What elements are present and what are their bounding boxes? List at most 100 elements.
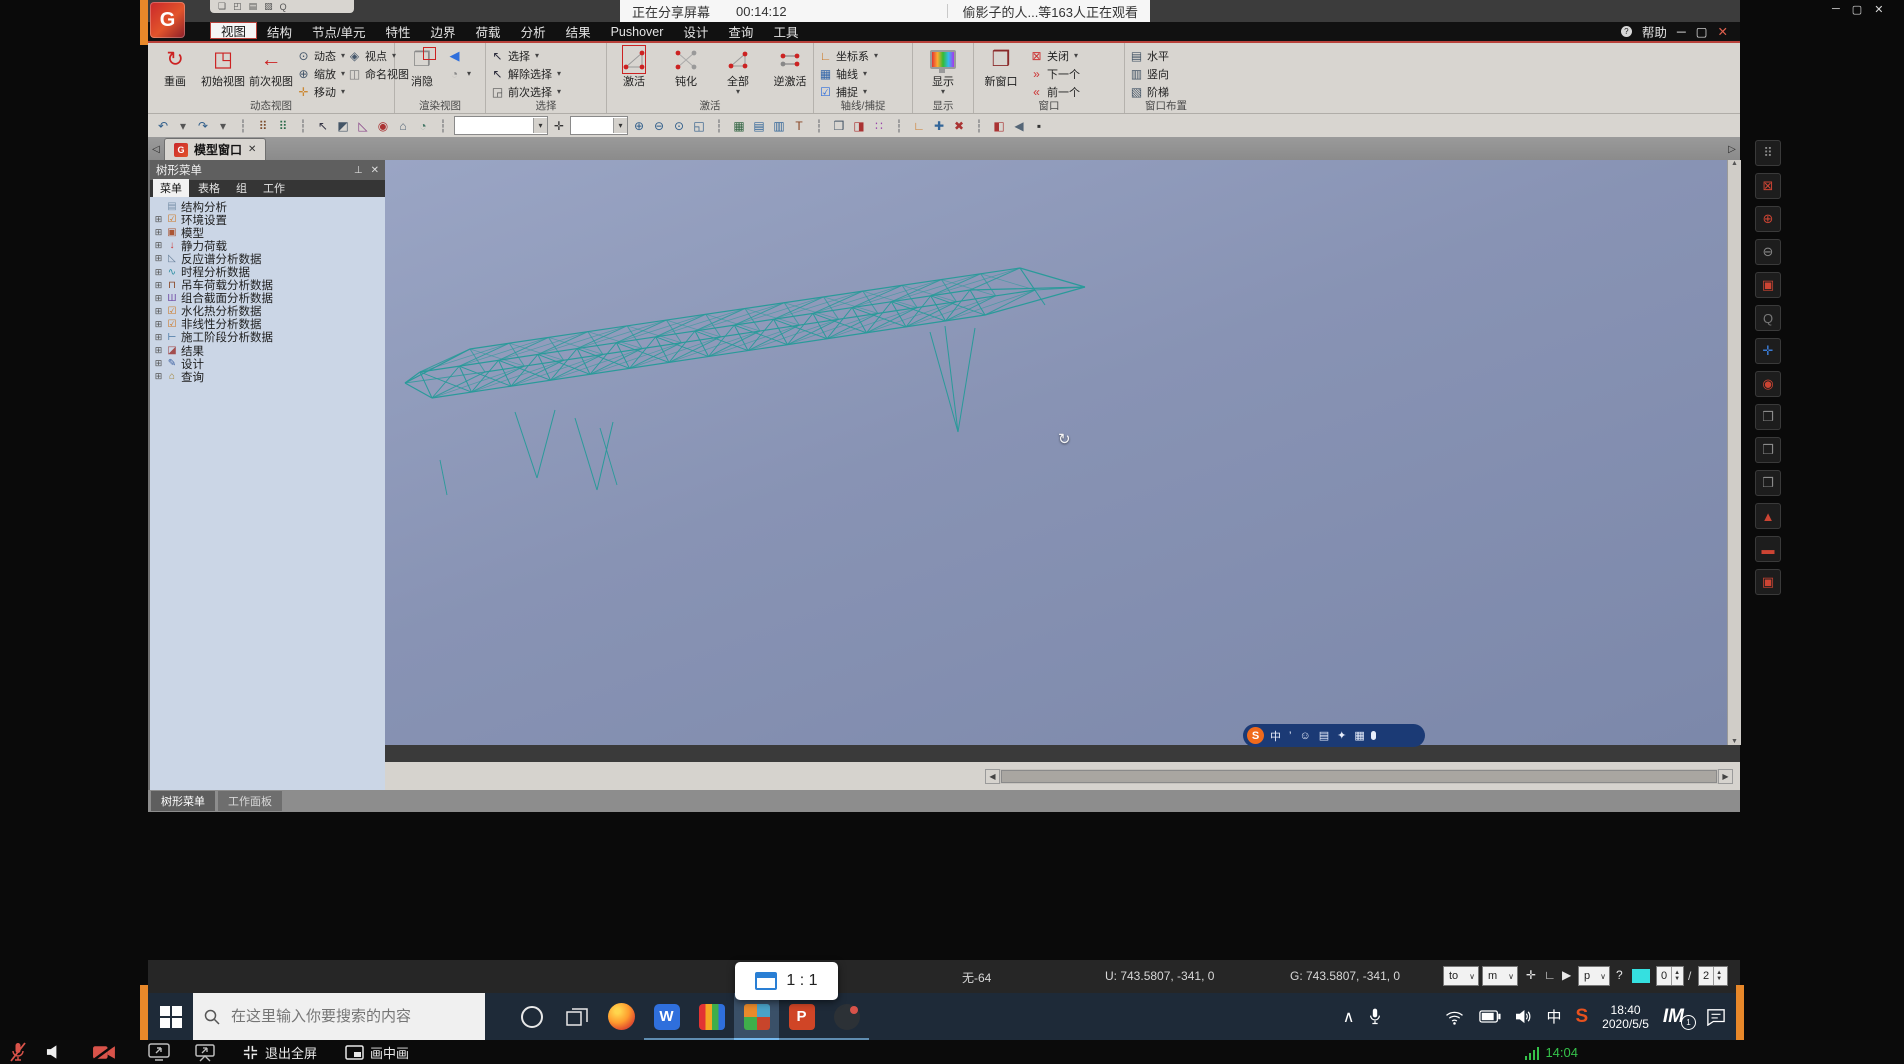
toolbar-icon[interactable]: ◔ [414, 117, 432, 135]
stripes-app-button[interactable] [689, 993, 734, 1040]
tree-expander-icon[interactable]: ⊞ [154, 214, 163, 225]
unit-system-icon[interactable]: ✛ [1526, 968, 1536, 982]
ime-bar-icon[interactable]: ▤ [1319, 729, 1329, 742]
total-stage-spinner[interactable]: 2▲▼ [1698, 966, 1728, 986]
toolbar-icon[interactable]: ⠿ [274, 117, 292, 135]
mic-muted-icon[interactable] [0, 1040, 36, 1064]
ime-bar-icon[interactable]: 中 [1270, 728, 1281, 744]
toolbar-icon[interactable]: ◨ [850, 117, 868, 135]
scroll-right-arrow[interactable]: ▶ [1718, 769, 1733, 784]
clock[interactable]: 18:40 2020/5/5 [1602, 1003, 1649, 1031]
length-unit-dropdown[interactable]: m∨ [1482, 966, 1518, 986]
right-toolbar-icon[interactable]: ◉ [1755, 371, 1781, 397]
menu-item[interactable]: Pushover [601, 22, 674, 41]
menu-item[interactable]: 分析 [511, 22, 556, 41]
tree-tab[interactable]: 菜单 [153, 179, 189, 197]
toolbar-icon[interactable]: ✚ [930, 117, 948, 135]
cascade-button[interactable]: ▧ 阶梯 [1129, 83, 1169, 100]
force-unit-dropdown[interactable]: to∨ [1443, 966, 1479, 986]
initial-view-button[interactable]: ◳ 初始视图 [200, 45, 246, 90]
tree-expander-icon[interactable]: ⊞ [154, 358, 163, 369]
tree-tab[interactable]: 表格 [191, 179, 227, 197]
ime-mic-icon[interactable] [1371, 731, 1376, 740]
menu-item[interactable]: 设计 [673, 22, 718, 41]
firefox-button[interactable] [599, 993, 644, 1040]
dynamic-view-dropdown[interactable]: ⊙ 动态 [296, 47, 345, 64]
menu-item[interactable]: 边界 [421, 22, 466, 41]
toolbar-icon[interactable]: ▾ [214, 117, 232, 135]
menu-item[interactable]: 荷载 [466, 22, 511, 41]
menu-item[interactable]: 视图 [210, 22, 257, 39]
snap-dropdown[interactable]: ☑ 捕捉 [818, 83, 878, 100]
toolbar-icon[interactable]: ┇ [234, 117, 252, 135]
scrollbar-thumb[interactable] [1001, 770, 1717, 783]
tab-model-window[interactable]: G 模型窗口 ✕ [164, 138, 266, 160]
ime-indicator[interactable]: 中 [1546, 1006, 1561, 1027]
render-option-1[interactable]: ◀ [447, 47, 471, 64]
toolbar-icon[interactable]: ∷ [870, 117, 888, 135]
search-input[interactable] [229, 1007, 463, 1026]
render-sphere-dropdown[interactable]: ◔ [447, 65, 471, 82]
menu-item[interactable]: 节点/单元 [302, 22, 375, 41]
help-icon[interactable]: ? [1621, 26, 1632, 37]
right-toolbar-icon[interactable]: ⊖ [1755, 239, 1781, 265]
right-toolbar-icon[interactable]: ▣ [1755, 272, 1781, 298]
tree-tab[interactable]: 工作 [256, 179, 292, 197]
toolbar-icon[interactable]: ▾ [174, 117, 192, 135]
grid-lines-dropdown[interactable]: ▦ 轴线 [818, 65, 878, 82]
scroll-left-arrow[interactable]: ◀ [985, 769, 1000, 784]
tile-horizontal-button[interactable]: ▤ 水平 [1129, 47, 1169, 64]
tab-work-panel[interactable]: 工作面板 [218, 791, 282, 811]
tree-expander-icon[interactable]: ⊞ [154, 227, 163, 238]
exit-fullscreen-button[interactable]: 退出全屏 [242, 1043, 317, 1062]
speaker-icon[interactable] [1515, 1009, 1532, 1024]
doc-tab-close-icon[interactable]: ✕ [248, 144, 256, 155]
toolbar-icon[interactable]: ⊖ [650, 117, 668, 135]
inverse-activate-button[interactable]: 逆激活 [767, 45, 813, 90]
toolbar-icon[interactable]: ∟ [910, 117, 928, 135]
right-toolbar-icon[interactable]: ❒ [1755, 437, 1781, 463]
tab-scroll-left[interactable]: ◁ [148, 139, 164, 160]
tray-chevron-icon[interactable]: ∧ [1343, 1007, 1355, 1027]
right-toolbar-icon[interactable]: Q [1755, 305, 1781, 331]
app-minimize-button[interactable]: ─ [1677, 25, 1686, 39]
quick-access-icon[interactable]: ◰ [233, 1, 242, 12]
toolbar-icon[interactable]: ↖ [314, 117, 332, 135]
action-center-icon[interactable] [1706, 1008, 1726, 1026]
tree-expander-icon[interactable]: ⊞ [154, 293, 163, 304]
viewer-minimize-button[interactable]: ─ [1832, 3, 1840, 16]
toolbar-icon[interactable]: ↷ [194, 117, 212, 135]
play-icon[interactable]: ▶ [1562, 968, 1571, 982]
toolbar-icon[interactable]: ◉ [374, 117, 392, 135]
app-restore-button[interactable]: ▢ [1696, 24, 1708, 39]
help-question-icon[interactable]: ? [1616, 968, 1623, 982]
toolbar-icon[interactable]: ┇ [970, 117, 988, 135]
model-vertical-scrollbar[interactable]: ▲▼ [1727, 160, 1741, 745]
quick-access-icon[interactable]: ▤ [249, 1, 258, 12]
toolbar-icon[interactable]: ┇ [710, 117, 728, 135]
toolbar-icon[interactable]: ▦ [730, 117, 748, 135]
model-canvas[interactable] [385, 160, 1727, 745]
wifi-icon[interactable] [1444, 1009, 1465, 1025]
stage-spinner[interactable]: 0▲▼ [1656, 966, 1684, 986]
sogou-logo-icon[interactable]: S [1247, 727, 1264, 744]
pin-icon[interactable]: ⊥ [354, 165, 363, 176]
right-toolbar-icon[interactable]: ⠿ [1755, 140, 1781, 166]
sogou-ime-bar[interactable]: S 中’☺▤✦▦ [1243, 724, 1425, 747]
viewer-maximize-button[interactable]: ▢ [1852, 3, 1862, 16]
deactivate-button[interactable]: 钝化 [663, 45, 709, 90]
share-screen-icon[interactable] [136, 1040, 182, 1064]
tree-expander-icon[interactable]: ⊞ [154, 253, 163, 264]
im-tray-logo[interactable]: IM 1 [1663, 1006, 1692, 1028]
tree-expander-icon[interactable]: ⊞ [154, 345, 163, 356]
toolbar-icon[interactable]: ✖ [950, 117, 968, 135]
quick-access-icon[interactable]: ❏ [218, 1, 226, 12]
midas-button[interactable] [734, 993, 779, 1040]
whiteboard-icon[interactable] [182, 1040, 228, 1064]
right-toolbar-icon[interactable]: ❒ [1755, 404, 1781, 430]
hidden-line-button[interactable]: ❒ 消隐 [399, 45, 445, 90]
right-toolbar-icon[interactable]: ✛ [1755, 338, 1781, 364]
quick-access-icon[interactable]: Q [280, 2, 287, 12]
toolbar-icon[interactable]: ◧ [990, 117, 1008, 135]
toolbar-icon[interactable]: ⌂ [394, 117, 412, 135]
